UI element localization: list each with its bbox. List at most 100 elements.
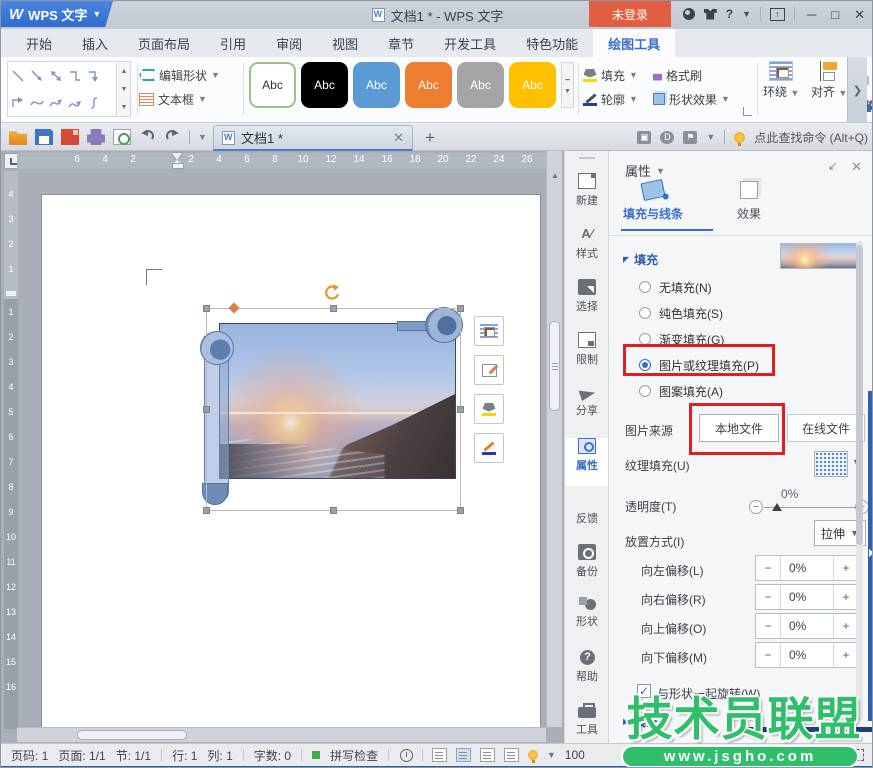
outline-view-icon[interactable] bbox=[480, 748, 495, 762]
sidebar-item-backup[interactable]: 备份 bbox=[565, 544, 609, 592]
first-line-indent-marker[interactable] bbox=[172, 153, 182, 160]
shape-effects-button[interactable]: 形状效果 ▼ bbox=[653, 87, 730, 111]
texture-swatch[interactable] bbox=[814, 451, 848, 477]
fullscreen-view-icon[interactable] bbox=[432, 748, 447, 762]
tab-section[interactable]: 章节 bbox=[373, 29, 429, 57]
tab-developer[interactable]: 开发工具 bbox=[429, 29, 511, 57]
tab-drawing-tools[interactable]: 绘图工具 bbox=[593, 29, 675, 57]
gallery-more-icon[interactable]: ▼ bbox=[121, 104, 128, 111]
shape-style-blue[interactable]: Abc bbox=[353, 62, 400, 108]
tab-fill-and-line[interactable]: 填充与线条 bbox=[623, 181, 683, 222]
plus-button[interactable]: + bbox=[833, 556, 858, 580]
word-count[interactable]: 字数: 0 bbox=[254, 747, 291, 764]
horizontal-scroll-thumb[interactable] bbox=[77, 730, 187, 740]
resize-handle-s[interactable] bbox=[330, 507, 337, 514]
wrap-button[interactable]: 环绕 ▼ bbox=[763, 61, 799, 100]
ribbon-toggle-icon[interactable]: ↑ bbox=[770, 8, 785, 21]
find-command-hint[interactable]: 点此查找命令 (Alt+Q) bbox=[754, 129, 868, 146]
shape-style-gray[interactable]: Abc bbox=[457, 62, 504, 108]
shape-scurve-arrow-icon[interactable] bbox=[65, 89, 84, 116]
export-pdf-icon[interactable] bbox=[61, 129, 79, 145]
offset-down-value[interactable]: 0% bbox=[781, 643, 833, 667]
skin-icon[interactable] bbox=[683, 8, 695, 20]
shape-arrow-icon[interactable] bbox=[27, 62, 46, 89]
panel-collapse-icon[interactable]: ↙ bbox=[828, 159, 838, 173]
tab-view[interactable]: 视图 bbox=[317, 29, 373, 57]
tab-review[interactable]: 审阅 bbox=[261, 29, 317, 57]
tab-page-layout[interactable]: 页面布局 bbox=[123, 29, 205, 57]
resize-handle-ne[interactable] bbox=[457, 305, 464, 312]
panel-close-icon[interactable]: ✕ bbox=[851, 159, 862, 175]
tab-references[interactable]: 引用 bbox=[205, 29, 261, 57]
ribbon-expand-strip[interactable]: ❯ bbox=[847, 57, 867, 123]
horizontal-scrollbar[interactable] bbox=[17, 727, 546, 742]
panel-scroll-thumb[interactable] bbox=[856, 245, 863, 545]
document-tab[interactable]: 文档1 * ✕ bbox=[213, 125, 413, 151]
radio-solid-fill[interactable]: 纯色填充(S) bbox=[639, 303, 723, 323]
shape-style-white[interactable]: Abc bbox=[249, 62, 296, 108]
panel-header[interactable]: 属性 ▼ bbox=[625, 161, 665, 180]
tab-insert[interactable]: 插入 bbox=[67, 29, 123, 57]
undo-icon[interactable] bbox=[139, 127, 156, 147]
gallery-up-icon[interactable]: ▲ bbox=[121, 68, 128, 75]
plus-button[interactable]: + bbox=[833, 585, 858, 609]
sidebar-item-select[interactable]: 选择 bbox=[565, 279, 609, 327]
shape-style-yellow[interactable]: Abc bbox=[509, 62, 556, 108]
chevron-down-icon[interactable]: ▼ bbox=[742, 9, 751, 19]
change-shape-button[interactable] bbox=[474, 355, 504, 385]
plus-button[interactable]: + bbox=[833, 614, 858, 638]
spell-check-label[interactable]: 拼写检查 bbox=[330, 747, 378, 764]
tab-special-features[interactable]: 特色功能 bbox=[511, 29, 593, 57]
print-icon[interactable] bbox=[87, 129, 105, 145]
edit-shape-button[interactable]: 编辑形状 ▼ bbox=[139, 63, 220, 87]
shape-curve-icon[interactable] bbox=[27, 89, 46, 116]
sidebar-item-new[interactable]: 新建 bbox=[565, 173, 609, 221]
radio-picture-texture-fill[interactable]: 图片或纹理填充(P) bbox=[639, 355, 759, 375]
shape-elbow-icon[interactable] bbox=[65, 62, 84, 89]
minus-button[interactable]: − bbox=[756, 643, 781, 667]
minus-button[interactable]: − bbox=[756, 556, 781, 580]
outline-button[interactable]: 轮廓 ▼ bbox=[583, 87, 638, 111]
qat-customize-icon[interactable]: ▼ bbox=[198, 132, 207, 142]
offset-right-value[interactable]: 0% bbox=[781, 585, 833, 609]
resize-handle-e[interactable] bbox=[457, 406, 464, 413]
panel-scrollbar[interactable] bbox=[856, 241, 863, 721]
shape-elbow-arrow-icon[interactable] bbox=[84, 62, 103, 89]
transparency-minus-button[interactable]: − bbox=[749, 500, 763, 514]
shape-line-icon[interactable] bbox=[8, 62, 27, 89]
sidebar-item-shapes[interactable]: 形状 bbox=[565, 597, 609, 645]
tab-home[interactable]: 开始 bbox=[11, 29, 67, 57]
sidebar-item-properties[interactable]: 属性 bbox=[565, 438, 609, 486]
chevron-down-icon[interactable]: ▼ bbox=[547, 750, 556, 760]
minus-button[interactable]: − bbox=[756, 585, 781, 609]
transparency-slider-thumb[interactable] bbox=[772, 503, 782, 511]
lightbulb-icon[interactable] bbox=[528, 750, 538, 760]
radio-no-fill[interactable]: 无填充(N) bbox=[639, 277, 712, 297]
layout-options-button[interactable] bbox=[474, 316, 504, 346]
close-button[interactable]: ✕ bbox=[851, 8, 868, 21]
resize-handle-se[interactable] bbox=[457, 507, 464, 514]
style-gallery-more-button[interactable]: ━ ▼ bbox=[561, 62, 574, 108]
format-painter-button[interactable]: 格式刷 bbox=[653, 63, 730, 87]
new-tab-button[interactable]: + bbox=[425, 128, 435, 148]
fill-button[interactable]: 填充 ▼ bbox=[583, 63, 638, 87]
quick-outline-button[interactable] bbox=[474, 433, 504, 463]
sidebar-item-restrict[interactable]: 限制 bbox=[565, 332, 609, 380]
panel-edge-scrollbar[interactable] bbox=[868, 391, 873, 721]
quick-fill-button[interactable] bbox=[474, 394, 504, 424]
sidebar-item-share[interactable]: 分享 bbox=[565, 385, 609, 433]
minimize-button[interactable]: ─ bbox=[804, 8, 819, 21]
task-window-icon[interactable]: ▣ bbox=[637, 131, 651, 144]
history-icon[interactable] bbox=[400, 749, 413, 762]
shape-elbow-arrow2-icon[interactable] bbox=[8, 89, 27, 116]
sidebar-item-feedback[interactable]: 反馈 bbox=[565, 491, 609, 539]
hanging-indent-marker[interactable] bbox=[172, 160, 182, 169]
resize-handle-sw[interactable] bbox=[203, 507, 210, 514]
dialog-launcher-icon[interactable] bbox=[743, 107, 752, 116]
vertical-scroll-thumb[interactable] bbox=[549, 321, 560, 411]
redo-icon[interactable] bbox=[164, 127, 181, 147]
web-view-icon[interactable] bbox=[504, 748, 519, 762]
shape-style-orange[interactable]: Abc bbox=[405, 62, 452, 108]
align-button[interactable]: 对齐 ▼ bbox=[811, 61, 847, 100]
radio-pattern-fill[interactable]: 图案填充(A) bbox=[639, 381, 723, 401]
